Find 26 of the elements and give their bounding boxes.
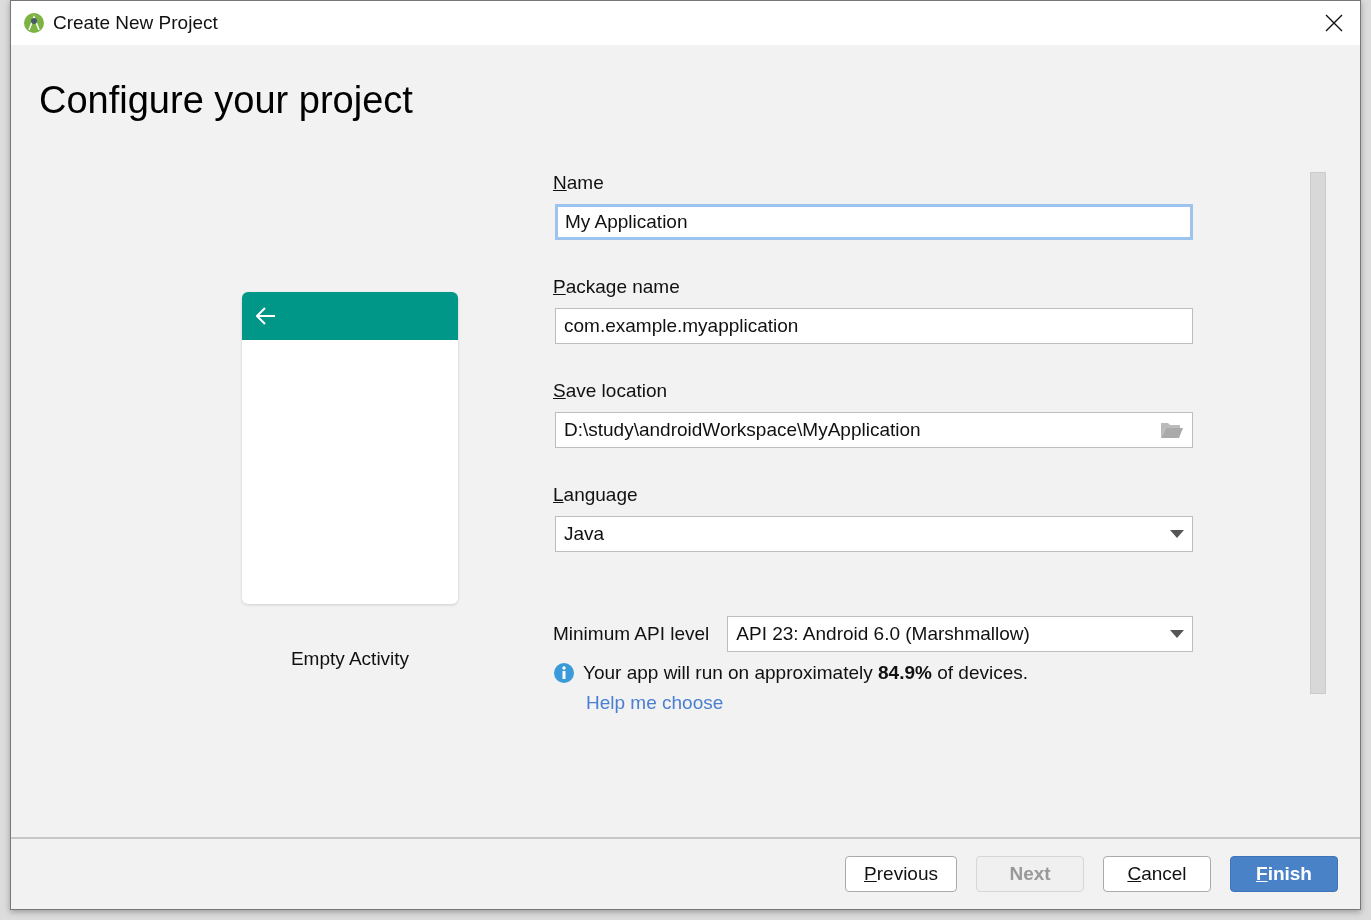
dropdown-caret-icon [1170, 530, 1184, 538]
input-field[interactable]: My Application [555, 204, 1193, 240]
finish-button[interactable]: Finish [1230, 856, 1338, 892]
api-level-label: Minimum API level [553, 623, 710, 645]
page-heading: Configure your project [39, 79, 413, 122]
input-field[interactable]: D:\study\androidWorkspace\MyApplication [555, 412, 1193, 448]
folder-icon[interactable] [1160, 421, 1184, 439]
scrollbar[interactable] [1310, 172, 1326, 694]
window-title: Create New Project [53, 12, 219, 34]
template-label: Empty Activity [290, 648, 410, 670]
dropdown-caret-icon [1170, 630, 1184, 638]
android-studio-logo-icon [23, 12, 45, 34]
back-arrow-icon [256, 307, 276, 325]
previous-button[interactable]: Previous [845, 856, 957, 892]
info-icon [553, 662, 575, 684]
help-link[interactable]: Help me choose [586, 692, 724, 714]
field-label: Package name [553, 276, 680, 298]
field-label: Name [553, 172, 604, 194]
api-level-dropdown[interactable]: API 23: Android 6.0 (Marshmallow) [727, 616, 1193, 652]
cancel-button[interactable]: Cancel [1103, 856, 1211, 892]
language-dropdown[interactable]: Java [555, 516, 1193, 552]
field-label: Language [553, 484, 638, 506]
field-label: Save location [553, 380, 668, 402]
info-text: Your app will run on approximately 84.9% of devices. [583, 662, 1028, 684]
input-field[interactable]: com.example.myapplication [555, 308, 1193, 344]
activity-preview-card[interactable] [242, 292, 458, 604]
